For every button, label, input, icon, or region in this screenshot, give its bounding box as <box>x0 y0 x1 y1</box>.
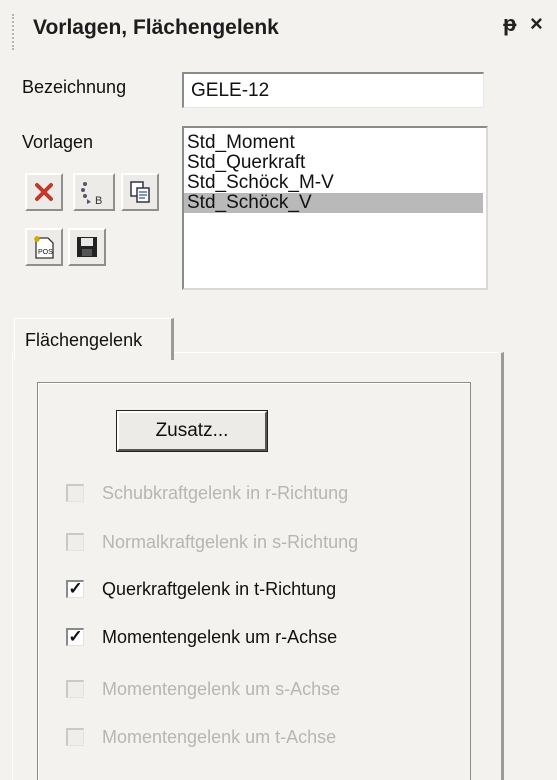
checkbox[interactable] <box>66 728 84 746</box>
panel-title: Vorlagen, Flächengelenk <box>33 16 279 39</box>
checkbox[interactable] <box>66 680 84 698</box>
rename-icon: B <box>81 182 102 207</box>
option-schubkraft-r[interactable]: Schubkraftgelenk in r-Richtung <box>66 480 348 506</box>
tab-label: Flächengelenk <box>25 330 143 350</box>
save-button[interactable] <box>68 228 106 266</box>
zusatz-button[interactable]: Zusatz... <box>116 410 268 452</box>
panel-drag-grip[interactable] <box>12 14 17 50</box>
list-item[interactable]: Std_Querkraft <box>184 153 486 173</box>
close-icon[interactable]: × <box>530 12 543 36</box>
vorlagen-listbox[interactable]: Std_Moment Std_Querkraft Std_Schöck_M-V … <box>182 126 488 290</box>
rename-button[interactable]: B <box>73 173 115 211</box>
checkbox-label: Schubkraftgelenk in r-Richtung <box>102 482 349 503</box>
checkbox-checked[interactable]: ✓ <box>66 628 84 646</box>
bezeichnung-input[interactable]: GELE-12 <box>182 72 484 108</box>
delete-button[interactable] <box>25 173 63 211</box>
option-querkraft-t[interactable]: ✓ Querkraftgelenk in t-Richtung <box>66 576 336 602</box>
checkbox-label: Momentengelenk um r-Achse <box>102 626 338 647</box>
option-normalkraft-s[interactable]: Normalkraftgelenk in s-Richtung <box>66 529 358 555</box>
new-pos-button[interactable]: POS <box>25 228 63 266</box>
option-moment-r[interactable]: ✓ Momentengelenk um r-Achse <box>66 624 337 650</box>
checkbox-label: Normalkraftgelenk in s-Richtung <box>102 531 359 552</box>
option-moment-t[interactable]: Momentengelenk um t-Achse <box>66 724 336 750</box>
new-pos-icon: POS <box>34 236 54 259</box>
rename-sub-text: B <box>95 195 102 207</box>
checkbox-label: Momentengelenk um t-Achse <box>102 726 337 747</box>
tab-flaechengelenk[interactable]: Flächengelenk <box>14 318 174 360</box>
checkbox[interactable] <box>66 484 84 502</box>
bezeichnung-label: Bezeichnung <box>22 77 127 97</box>
list-item[interactable]: Std_Schöck_M-V <box>184 173 486 193</box>
copy-icon <box>130 181 150 203</box>
save-icon <box>77 237 97 257</box>
checkbox[interactable] <box>66 533 84 551</box>
option-moment-s[interactable]: Momentengelenk um s-Achse <box>66 676 340 702</box>
pos-text: POS <box>38 249 53 256</box>
delete-icon <box>35 183 53 201</box>
copy-button[interactable] <box>121 173 159 211</box>
list-item-selected[interactable]: Std_Schöck_V <box>184 193 483 213</box>
pin-icon[interactable]: ᵽ <box>503 12 516 36</box>
checkbox-label: Momentengelenk um s-Achse <box>102 678 341 699</box>
checkbox-checked[interactable]: ✓ <box>66 580 84 598</box>
list-item[interactable]: Std_Moment <box>184 133 486 153</box>
checkbox-label: Querkraftgelenk in t-Richtung <box>102 578 337 599</box>
vorlagen-label: Vorlagen <box>22 132 94 152</box>
